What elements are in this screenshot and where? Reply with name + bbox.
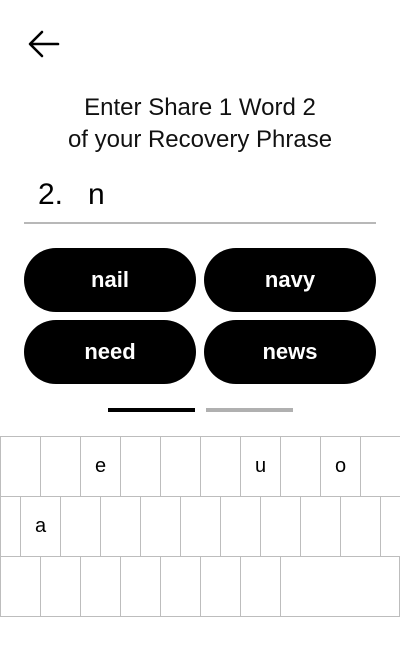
keyboard-key[interactable] [0,436,41,497]
title-line-2: of your Recovery Phrase [67,126,333,153]
keyboard-key[interactable] [80,556,121,617]
keyboard-key[interactable] [0,556,41,617]
keyboard-key[interactable]: a [20,496,61,557]
keyboard-key[interactable] [180,496,221,557]
keyboard-key[interactable] [60,496,101,557]
keyboard-key[interactable] [340,496,381,557]
keyboard-key[interactable] [40,556,81,617]
keyboard-key[interactable] [160,556,201,617]
keyboard-key[interactable]: e [80,436,121,497]
keyboard-key[interactable]: o [320,436,361,497]
suggestion-button[interactable]: navy [204,248,376,312]
keyboard-key[interactable] [120,556,161,617]
keyboard-key[interactable] [220,496,261,557]
keyboard-key[interactable] [120,436,161,497]
keyboard-key[interactable] [200,556,241,617]
page-indicator-bar [206,408,293,412]
back-button[interactable] [26,28,62,60]
keyboard-key[interactable] [240,556,281,617]
keyboard: e uo a [0,436,400,617]
keyboard-key[interactable] [280,556,400,617]
keyboard-key[interactable]: u [240,436,281,497]
word-index: 2. [38,178,64,211]
keyboard-key[interactable] [260,496,301,557]
suggestion-button[interactable]: news [204,320,376,384]
arrow-left-icon [28,30,60,58]
keyboard-key[interactable] [100,496,141,557]
title-line-1: Enter Share 1 Word 2 [84,94,316,121]
page-indicator-bar [108,408,195,412]
page-title: Enter Share 1 Word 2 of your Recovery Ph… [0,92,400,156]
page-indicator [0,408,400,412]
keyboard-key[interactable] [300,496,341,557]
keyboard-key[interactable] [200,436,241,497]
keyboard-key[interactable] [0,496,21,557]
keyboard-key[interactable] [280,436,321,497]
keyboard-key[interactable] [140,496,181,557]
word-input-value: n [88,178,105,211]
keyboard-key[interactable] [360,436,400,497]
keyboard-key[interactable] [160,436,201,497]
suggestion-button[interactable]: nail [24,248,196,312]
keyboard-key[interactable] [40,436,81,497]
word-entry-field[interactable]: 2. n [24,172,376,224]
suggestion-button[interactable]: need [24,320,196,384]
